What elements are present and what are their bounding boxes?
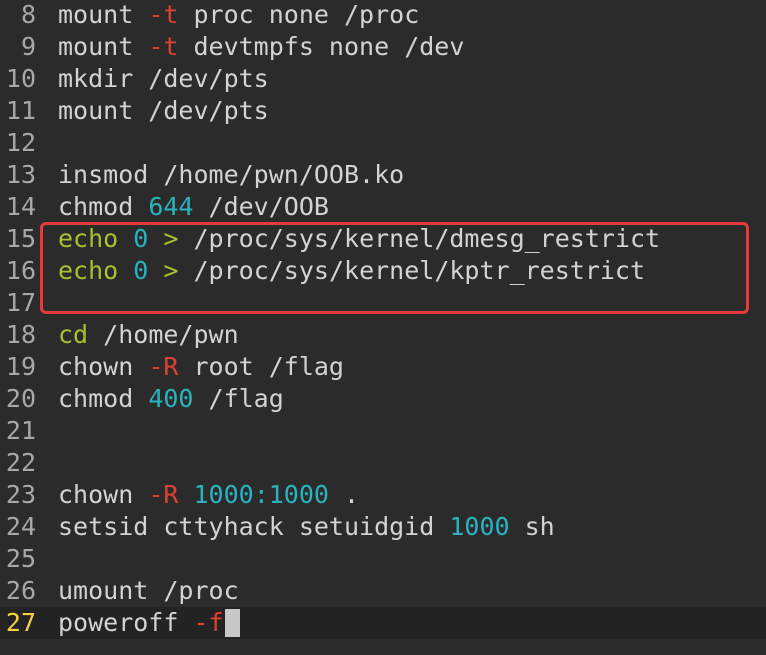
code-line[interactable]: 18 cd /home/pwn [0,319,766,351]
code-line[interactable]: 13 insmod /home/pwn/OOB.ko [0,159,766,191]
code-token: poweroff [58,608,194,637]
line-number: 27 [5,608,36,637]
line-number: 13 [5,160,36,189]
code-token: sh [509,512,555,541]
code-token: mount [58,32,149,61]
code-token: /flag [193,384,284,413]
code-token: mkdir /dev/pts [58,64,269,93]
code-line[interactable]: 20 chmod 400 /flag [0,383,766,415]
code-token: chmod [58,384,149,413]
code-token: echo [58,224,119,253]
code-line[interactable]: 23 chown -R 1000:1000 . [0,479,766,511]
code-line[interactable]: 12 [0,127,766,159]
code-token: insmod /home/pwn/OOB.ko [58,160,405,189]
code-token: 0 [133,256,149,285]
code-token: -t [148,0,179,29]
line-number: 24 [5,512,36,541]
code-line[interactable]: 25 [0,543,766,575]
line-number: 23 [5,480,36,509]
code-line[interactable]: 16 echo 0 > /proc/sys/kernel/kptr_restric… [0,255,766,287]
code-token: 0 [133,224,149,253]
code-line[interactable]: 8 mount -t proc none /proc [0,0,766,31]
code-line[interactable]: 15 echo 0 > /proc/sys/kernel/dmesg_restri… [0,223,766,255]
code-token: . [328,480,360,509]
line-number: 11 [5,96,36,125]
code-token: 400 [148,384,194,413]
code-line[interactable]: 11 mount /dev/pts [0,95,766,127]
code-line[interactable]: 27 poweroff -f [0,607,766,639]
line-number: 10 [5,64,36,93]
code-editor[interactable]: 8 mount -t proc none /proc 9 mount -t devtm… [0,0,766,655]
code-token: chown [58,352,149,381]
code-token: -t [148,32,179,61]
line-number: 18 [5,320,36,349]
code-token: chmod [58,192,149,221]
code-line[interactable]: 19 chown -R root /flag [0,351,766,383]
code-line[interactable]: 24 setsid cttyhack setuidgid 1000 sh [0,511,766,543]
code-line[interactable]: 9 mount -t devtmpfs none /dev [0,31,766,63]
line-number: 12 [5,128,36,157]
code-token: 644 [148,192,194,221]
line-number: 25 [5,544,36,573]
code-line[interactable]: 17 [0,287,766,319]
line-number: 16 [5,256,36,285]
code-token: /proc/sys/kernel/dmesg_restrict [193,224,661,253]
line-number: 26 [5,576,36,605]
code-token: -R [148,352,179,381]
code-token: 1000:1000 [193,480,329,509]
code-token: mount /dev/pts [58,96,269,125]
code-token: echo [58,256,119,285]
text-cursor [224,609,240,637]
code-token: > [148,256,194,285]
line-number: 21 [5,416,36,445]
code-token: umount /proc [58,576,239,605]
code-token: devtmpfs none /dev [178,32,465,61]
line-number: 9 [20,32,36,61]
line-number: 22 [5,448,36,477]
code-token: /dev/OOB [193,192,329,221]
code-token: -R [148,480,179,509]
code-token: -f [193,608,224,637]
code-token: chown [58,480,149,509]
code-token: setsid cttyhack setuidgid [58,512,450,541]
code-token: /home/pwn [88,320,239,349]
line-number: 15 [5,224,36,253]
code-token: > [148,224,194,253]
line-number: 14 [5,192,36,221]
code-token: 1000 [449,512,510,541]
code-token: root /flag [178,352,344,381]
line-number: 20 [5,384,36,413]
code-line[interactable]: 22 [0,447,766,479]
code-token: cd [58,320,89,349]
code-line[interactable]: 21 [0,415,766,447]
code-line[interactable]: 10 mkdir /dev/pts [0,63,766,95]
code-token: proc none /proc [178,0,420,29]
code-line[interactable]: 14 chmod 644 /dev/OOB [0,191,766,223]
line-number: 19 [5,352,36,381]
code-line[interactable]: 26 umount /proc [0,575,766,607]
code-token: mount [58,0,149,29]
line-number: 17 [5,288,36,317]
code-token: /proc/sys/kernel/kptr_restrict [193,256,646,285]
line-number: 8 [20,0,36,29]
